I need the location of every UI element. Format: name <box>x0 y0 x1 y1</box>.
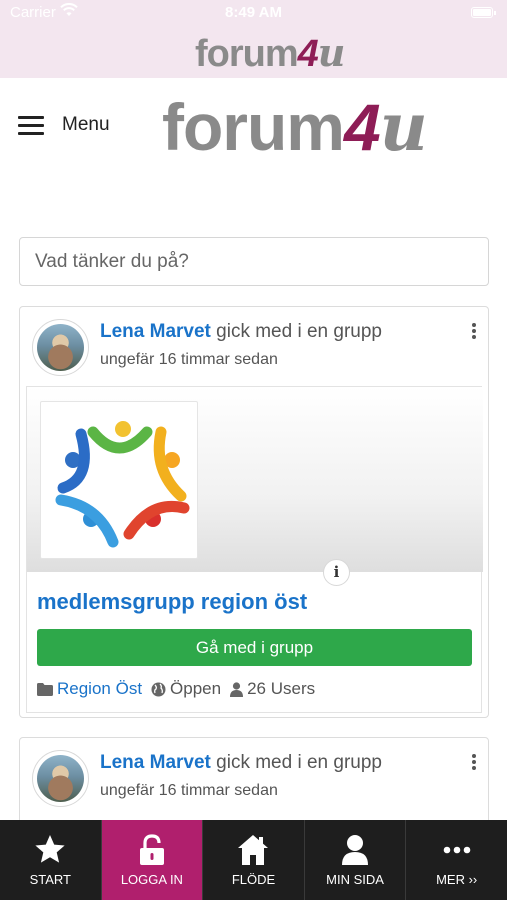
app-brand-bar: Carrier 8:49 AM forum4u <box>0 0 507 78</box>
tab-min-sida[interactable]: MIN SIDA <box>305 820 407 900</box>
post-timestamp: ungefär 16 timmar sedan <box>100 782 278 799</box>
tab-label: FLÖDE <box>231 872 276 887</box>
tab-start[interactable]: START <box>0 820 102 900</box>
logo-text-u: u <box>379 88 428 166</box>
star-icon <box>0 834 101 866</box>
join-group-button[interactable]: Gå med i grupp <box>37 629 472 666</box>
avatar[interactable] <box>32 750 89 807</box>
post-action-text: gick med i en grupp <box>210 752 382 773</box>
tab-label: START <box>29 872 71 887</box>
feed-card: Lena Marvet gick med i en grupp ungefär … <box>19 306 489 718</box>
group-category-link[interactable]: Region Öst <box>57 679 142 699</box>
post-action-text: gick med i en grupp <box>210 321 382 342</box>
menu-button[interactable]: Menu <box>18 114 110 136</box>
logo-text-4: 4 <box>297 33 319 75</box>
status-bar: Carrier 8:49 AM <box>0 0 507 26</box>
more-options-icon[interactable] <box>470 323 478 341</box>
group-info-row: Region Öst Öppen 26 Users <box>37 679 324 699</box>
site-logo[interactable]: forum4u <box>162 88 428 166</box>
group-member-count: 26 Users <box>247 679 316 698</box>
logo-text-forum: forum <box>195 33 299 75</box>
bottom-tab-bar: START LOGGA IN FLÖDE MIN SIDA MER ›› <box>0 820 507 900</box>
post-meta: Lena Marvet gick med i en grupp ungefär … <box>100 752 452 800</box>
logo-text-u: u <box>317 30 346 75</box>
post-meta: Lena Marvet gick med i en grupp ungefär … <box>100 321 452 369</box>
people-circle-icon <box>55 421 190 548</box>
user-icon <box>230 681 244 697</box>
status-composer-input[interactable] <box>19 237 489 286</box>
author-link[interactable]: Lena Marvet <box>100 321 211 342</box>
more-options-icon[interactable] <box>470 754 478 772</box>
info-icon[interactable]: i <box>323 559 350 586</box>
folder-icon <box>37 682 53 696</box>
group-name-link[interactable]: medlemsgrupp region öst <box>37 589 307 615</box>
group-members: 26 Users <box>230 679 315 699</box>
author-link[interactable]: Lena Marvet <box>100 752 211 773</box>
group-logo[interactable] <box>40 401 198 559</box>
group-privacy-label: Öppen <box>170 679 222 698</box>
group-category: Region Öst <box>37 679 142 699</box>
logo-text-4: 4 <box>343 90 381 164</box>
post-timestamp: ungefär 16 timmar sedan <box>100 351 278 368</box>
tab-flode[interactable]: FLÖDE <box>203 820 305 900</box>
group-preview: i medlemsgrupp region öst Gå med i grupp… <box>26 386 483 713</box>
more-icon <box>406 834 507 866</box>
lock-icon <box>102 834 203 866</box>
tab-label: LOGGA IN <box>120 872 183 887</box>
logo-text-forum: forum <box>162 90 345 164</box>
group-cover <box>27 387 483 572</box>
user-icon <box>305 834 406 866</box>
globe-icon <box>151 682 166 696</box>
tab-label: MER ›› <box>436 872 478 887</box>
tab-label: MIN SIDA <box>326 872 384 887</box>
menu-label: Menu <box>62 114 110 135</box>
group-privacy: Öppen <box>151 679 221 699</box>
status-time: 8:49 AM <box>225 4 282 21</box>
hamburger-icon <box>18 116 44 135</box>
tab-logga-in[interactable]: LOGGA IN <box>101 820 204 900</box>
battery-icon <box>471 7 496 18</box>
avatar[interactable] <box>32 319 89 376</box>
home-icon <box>203 834 304 866</box>
tab-mer[interactable]: MER ›› <box>406 820 507 900</box>
app-logo-small: forum4u <box>195 30 346 76</box>
